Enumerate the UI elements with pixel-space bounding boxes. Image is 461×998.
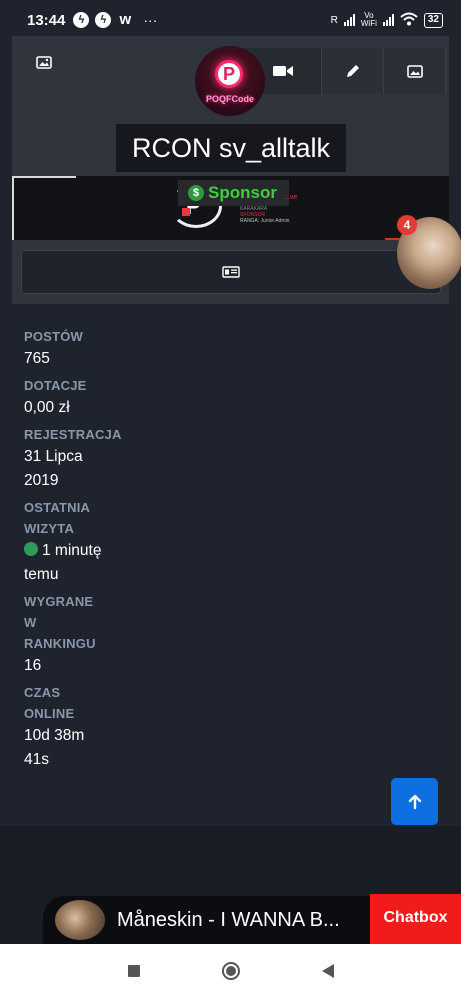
banner-corner-line [12, 176, 14, 240]
home-icon[interactable] [221, 962, 240, 980]
stat-value: 765 [24, 350, 50, 367]
video-icon [272, 66, 293, 76]
change-cover-button[interactable] [36, 56, 58, 74]
profile-toolbar [244, 48, 450, 94]
stat-label: CZAS ONLINE [24, 685, 75, 721]
back-icon[interactable] [321, 964, 334, 978]
scroll-to-top-button[interactable] [391, 778, 438, 825]
banner-corner-line [12, 176, 76, 178]
battery-icon: 32 [423, 12, 443, 28]
image-icon [36, 56, 52, 69]
stat-value: 0,00 zł [24, 399, 70, 416]
banner-tiny-text: RANGA: Junior Admin [240, 218, 290, 224]
stat-label: OSTATNIA WIZYTA [24, 500, 90, 536]
banner-emblem-dot [182, 208, 190, 216]
id-card-icon [222, 266, 240, 278]
edit-button[interactable] [322, 48, 384, 94]
signal-bars-icon [343, 14, 355, 26]
wifi-icon [400, 12, 418, 29]
messenger-icon: ϟ [73, 12, 90, 28]
avatar-logo-text: POQFCode [206, 94, 255, 104]
image-icon [406, 64, 423, 78]
avatar-logo: P [215, 60, 243, 88]
status-right: R Vo WiFi 32 [331, 12, 443, 29]
system-navigation-bar [0, 944, 461, 998]
stat-value: 31 Lipca 2019 [24, 448, 83, 489]
profile-banner: P $ Sponsor ...ve KARAKARA SPONSOR RANGA… [12, 176, 449, 240]
more-notifications-icon: ··· [143, 12, 158, 28]
status-time: 13:44 [27, 11, 66, 29]
banner-tiny-text: ...ve [284, 194, 298, 201]
chatbox-button[interactable]: Chatbox [370, 894, 461, 944]
sponsor-badge: $ Sponsor [178, 180, 289, 206]
signal-bars-icon [382, 14, 394, 26]
notification-badge: 4 [397, 215, 417, 235]
stat-label: WYGRANE W RANKINGU [24, 594, 96, 651]
recent-apps-icon[interactable] [127, 965, 140, 977]
profile-header: P POQFCode RCON sv_alltalk P $ Sponsor .… [12, 36, 449, 304]
stat-label: POSTÓW [24, 329, 83, 344]
notification-bubble[interactable]: 4 [397, 215, 461, 291]
page-title: RCON sv_alltalk [116, 124, 346, 172]
song-title: Måneskin - I WANNA B... [117, 908, 340, 931]
sponsor-label: Sponsor [208, 183, 277, 202]
stat-value: 10d 38m 41s [24, 727, 85, 768]
stat-value: 16 [24, 657, 42, 674]
profile-stats: POSTÓW 765 DOTACJE 0,00 zł REJESTRACJA 3… [24, 326, 144, 776]
arrow-up-icon [408, 794, 421, 809]
album-cover [55, 900, 105, 940]
status-bar: 13:44 ϟ ϟ w ··· R Vo WiFi 32 [0, 0, 461, 40]
dollar-icon: $ [188, 185, 204, 201]
messenger-icon: ϟ [95, 12, 112, 28]
app-w-icon: w [119, 11, 132, 28]
vowifi-label: Vo WiFi [360, 11, 377, 28]
avatar[interactable]: P POQFCode [195, 46, 265, 116]
signal-label: R [330, 14, 338, 26]
pencil-icon [346, 65, 359, 77]
stat-label: DOTACJE [24, 378, 87, 393]
stat-label: REJESTRACJA [24, 427, 122, 442]
profile-details-button[interactable] [21, 250, 441, 294]
music-player[interactable]: Måneskin - I WANNA B... [43, 896, 383, 944]
image-button[interactable] [384, 48, 446, 94]
online-status-dot [24, 542, 38, 556]
stat-value-last-visit: 1 minutę temu [24, 539, 104, 587]
